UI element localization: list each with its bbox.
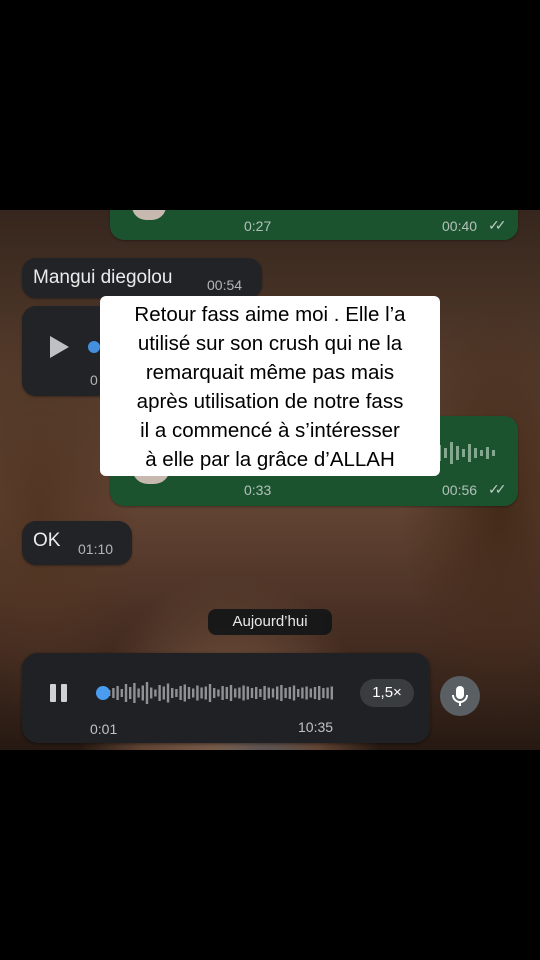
caption-line: utilisé sur son crush qui ne la xyxy=(137,332,403,355)
message-text: Mangui diegolou xyxy=(33,267,173,288)
voice-waveform[interactable] xyxy=(94,681,334,705)
voice-message-player[interactable]: 1,5× 0:01 10:35 xyxy=(22,653,430,743)
voice-duration: 0 xyxy=(90,372,98,388)
caption-line: à elle par la grâce d’ALLAH xyxy=(145,448,395,471)
microphone-icon xyxy=(452,686,468,706)
pause-icon[interactable] xyxy=(50,684,70,702)
caption-line: remarquait même pas mais xyxy=(145,361,395,384)
total-duration: 10:35 xyxy=(298,719,334,735)
voice-waveform xyxy=(432,442,495,464)
elapsed-time: 0:01 xyxy=(90,721,118,737)
message-text: OK xyxy=(33,530,61,551)
caption-line: Retour fass aime moi . Elle l’a xyxy=(134,303,406,326)
incoming-text-message[interactable]: Mangui diegolou 00:54 xyxy=(22,258,262,298)
message-time: 00:56 xyxy=(442,482,478,498)
voice-duration: 0:33 xyxy=(244,482,272,498)
voice-duration: 0:27 xyxy=(244,218,272,234)
caption-line: après utilisation de notre fass xyxy=(136,390,404,413)
caption-line: il a commencé à s’intéresser xyxy=(140,419,400,442)
play-icon[interactable] xyxy=(50,336,69,358)
date-separator: Aujourd’hui xyxy=(208,609,332,635)
playhead[interactable] xyxy=(88,341,100,353)
microphone-button[interactable] xyxy=(440,676,480,716)
message-time: 00:40 xyxy=(442,218,478,234)
playhead[interactable] xyxy=(96,686,110,700)
message-time: 01:10 xyxy=(78,541,114,557)
avatar xyxy=(132,210,166,220)
double-check-icon: ✓✓ xyxy=(488,217,507,233)
playback-speed-button[interactable]: 1,5× xyxy=(360,679,414,707)
outgoing-voice-message[interactable]: 0:27 00:40 ✓✓ xyxy=(110,210,518,240)
caption-overlay: Retour fass aime moi . Elle l’a utilisé … xyxy=(100,296,440,476)
incoming-text-message[interactable]: OK 01:10 xyxy=(22,521,132,565)
double-check-icon: ✓✓ xyxy=(488,481,507,497)
message-time: 00:54 xyxy=(207,277,243,293)
